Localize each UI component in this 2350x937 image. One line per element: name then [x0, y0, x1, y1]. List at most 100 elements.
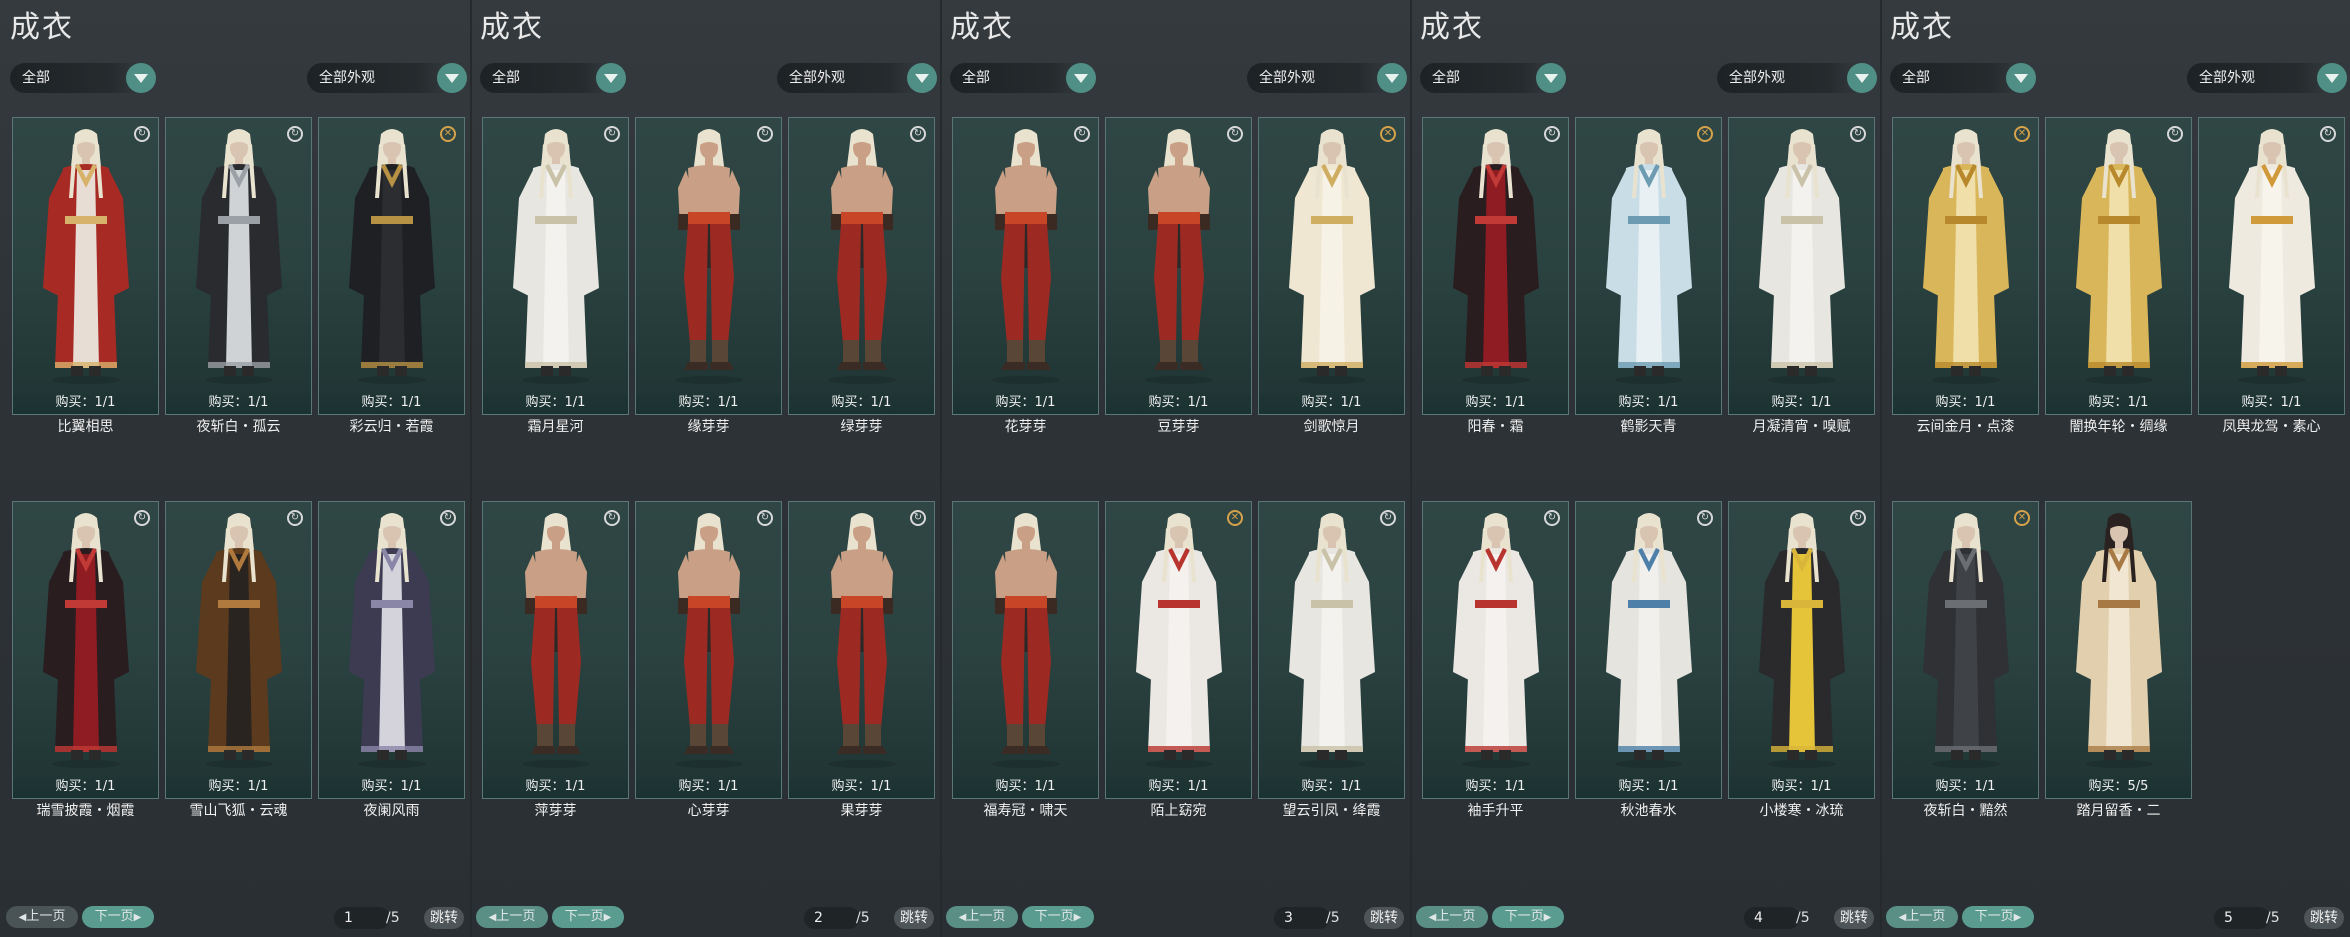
next-page-button[interactable]: 下一页▶	[1022, 906, 1094, 928]
page-number-input[interactable]: 2	[804, 907, 860, 929]
prev-page-button[interactable]: ◀上一页	[1886, 906, 1958, 928]
outfit-icon[interactable]: ↻	[910, 126, 926, 142]
outfit-icon[interactable]: ↻	[757, 510, 773, 526]
prev-page-button[interactable]: ◀上一页	[476, 906, 548, 928]
jump-button[interactable]: 跳转	[424, 907, 464, 929]
outfit-icon[interactable]: ↻	[1850, 126, 1866, 142]
next-page-button[interactable]: 下一页▶	[82, 906, 154, 928]
outfit-card[interactable]: ↻ 购买：1/1	[482, 117, 629, 415]
outfit-card[interactable]: ✕ 购买：1/1	[1575, 117, 1722, 415]
outfit-card[interactable]: ↻ 购买：1/1	[482, 501, 629, 799]
purchase-count: 购买：1/1	[1106, 774, 1251, 798]
outfit-card[interactable]: ✕ 购买：1/1	[318, 117, 465, 415]
next-page-button[interactable]: 下一页▶	[552, 906, 624, 928]
outfit-card[interactable]: ↻ 购买：1/1	[1575, 501, 1722, 799]
outfit-icon[interactable]: ↻	[910, 510, 926, 526]
chevron-down-icon[interactable]	[1536, 63, 1566, 93]
outfit-card[interactable]: ↻ 购买：1/1	[1105, 117, 1252, 415]
outfit-icon[interactable]: ↻	[757, 126, 773, 142]
trash-icon[interactable]: ✕	[1227, 510, 1243, 526]
jump-button[interactable]: 跳转	[894, 907, 934, 929]
jump-button[interactable]: 跳转	[1834, 907, 1874, 929]
appearance-filter-dropdown[interactable]: 全部外观	[1247, 63, 1407, 93]
outfit-icon[interactable]: ↻	[604, 126, 620, 142]
next-page-button[interactable]: 下一页▶	[1962, 906, 2034, 928]
outfit-icon[interactable]: ↻	[1850, 510, 1866, 526]
trash-icon[interactable]: ✕	[1380, 126, 1396, 142]
outfit-card[interactable]: ↻ 购买：1/1	[1422, 501, 1569, 799]
category-filter-dropdown[interactable]: 全部	[1890, 63, 2036, 93]
outfit-icon[interactable]: ↻	[440, 510, 456, 526]
outfit-card[interactable]: ↻ 购买：1/1	[788, 501, 935, 799]
chevron-down-icon[interactable]	[2006, 63, 2036, 93]
outfit-card[interactable]: ↻ 购买：1/1	[635, 501, 782, 799]
outfit-card[interactable]: 购买：5/5	[2045, 501, 2192, 799]
outfit-card[interactable]: ↻ 购买：1/1	[12, 501, 159, 799]
outfit-icon[interactable]: ↻	[1544, 510, 1560, 526]
appearance-filter-dropdown[interactable]: 全部外观	[1717, 63, 1877, 93]
trash-icon[interactable]: ✕	[440, 126, 456, 142]
outfit-icon[interactable]: ↻	[287, 126, 303, 142]
next-page-button[interactable]: 下一页▶	[1492, 906, 1564, 928]
appearance-filter-dropdown[interactable]: 全部外观	[2187, 63, 2347, 93]
chevron-down-icon[interactable]	[1377, 63, 1407, 93]
chevron-down-icon[interactable]	[126, 63, 156, 93]
outfit-icon[interactable]: ↻	[1380, 510, 1396, 526]
outfit-card[interactable]: ↻ 购买：1/1	[952, 117, 1099, 415]
outfit-icon[interactable]: ↻	[1227, 126, 1243, 142]
outfit-card[interactable]: ↻ 购买：1/1	[635, 117, 782, 415]
jump-button[interactable]: 跳转	[1364, 907, 1404, 929]
outfit-icon[interactable]: ↻	[2320, 126, 2336, 142]
outfit-card[interactable]: ↻ 购买：1/1	[788, 117, 935, 415]
outfit-card[interactable]: ↻ 购买：1/1	[1422, 117, 1569, 415]
trash-icon[interactable]: ✕	[2014, 510, 2030, 526]
outfit-card[interactable]: ↻ 购买：1/1	[2198, 117, 2345, 415]
purchase-count: 购买：1/1	[1259, 390, 1404, 414]
chevron-down-icon[interactable]	[1847, 63, 1877, 93]
outfit-card[interactable]: ↻ 购买：1/1	[1728, 501, 1875, 799]
chevron-down-icon[interactable]	[596, 63, 626, 93]
prev-page-button[interactable]: ◀上一页	[946, 906, 1018, 928]
outfit-icon[interactable]: ↻	[2167, 126, 2183, 142]
category-filter-dropdown[interactable]: 全部	[480, 63, 626, 93]
page-number-input[interactable]: 3	[1274, 907, 1330, 929]
next-page-label: 下一页	[1974, 909, 2014, 924]
category-filter-dropdown[interactable]: 全部	[1420, 63, 1566, 93]
category-filter-dropdown[interactable]: 全部	[10, 63, 156, 93]
character-preview-image	[636, 118, 781, 388]
outfit-icon[interactable]: ↻	[134, 126, 150, 142]
outfit-card[interactable]: ✕ 购买：1/1	[1258, 117, 1405, 415]
outfit-icon[interactable]: ↻	[1074, 126, 1090, 142]
outfit-card[interactable]: ↻ 购买：1/1	[165, 501, 312, 799]
appearance-filter-dropdown[interactable]: 全部外观	[777, 63, 937, 93]
outfit-icon[interactable]: ↻	[1697, 510, 1713, 526]
page-number-input[interactable]: 1	[334, 907, 390, 929]
jump-button[interactable]: 跳转	[2304, 907, 2344, 929]
outfit-card[interactable]: ↻ 购买：1/1	[1728, 117, 1875, 415]
trash-icon[interactable]: ✕	[2014, 126, 2030, 142]
trash-icon[interactable]: ✕	[1697, 126, 1713, 142]
outfit-card[interactable]: ✕ 购买：1/1	[1892, 117, 2039, 415]
outfit-card[interactable]: 购买：1/1	[952, 501, 1099, 799]
prev-page-button[interactable]: ◀上一页	[6, 906, 78, 928]
outfit-card[interactable]: ↻ 购买：1/1	[1258, 501, 1405, 799]
outfit-card[interactable]: ↻ 购买：1/1	[12, 117, 159, 415]
appearance-filter-dropdown[interactable]: 全部外观	[307, 63, 467, 93]
outfit-icon[interactable]: ↻	[134, 510, 150, 526]
chevron-down-icon[interactable]	[907, 63, 937, 93]
outfit-icon[interactable]: ↻	[287, 510, 303, 526]
outfit-card[interactable]: ✕ 购买：1/1	[1105, 501, 1252, 799]
outfit-card[interactable]: ✕ 购买：1/1	[1892, 501, 2039, 799]
chevron-down-icon[interactable]	[437, 63, 467, 93]
outfit-card[interactable]: ↻ 购买：1/1	[318, 501, 465, 799]
page-number-input[interactable]: 5	[2214, 907, 2270, 929]
category-filter-dropdown[interactable]: 全部	[950, 63, 1096, 93]
outfit-card[interactable]: ↻ 购买：1/1	[2045, 117, 2192, 415]
chevron-down-icon[interactable]	[1066, 63, 1096, 93]
page-number-input[interactable]: 4	[1744, 907, 1800, 929]
outfit-card[interactable]: ↻ 购买：1/1	[165, 117, 312, 415]
outfit-icon[interactable]: ↻	[604, 510, 620, 526]
outfit-icon[interactable]: ↻	[1544, 126, 1560, 142]
prev-page-button[interactable]: ◀上一页	[1416, 906, 1488, 928]
chevron-down-icon[interactable]	[2317, 63, 2347, 93]
